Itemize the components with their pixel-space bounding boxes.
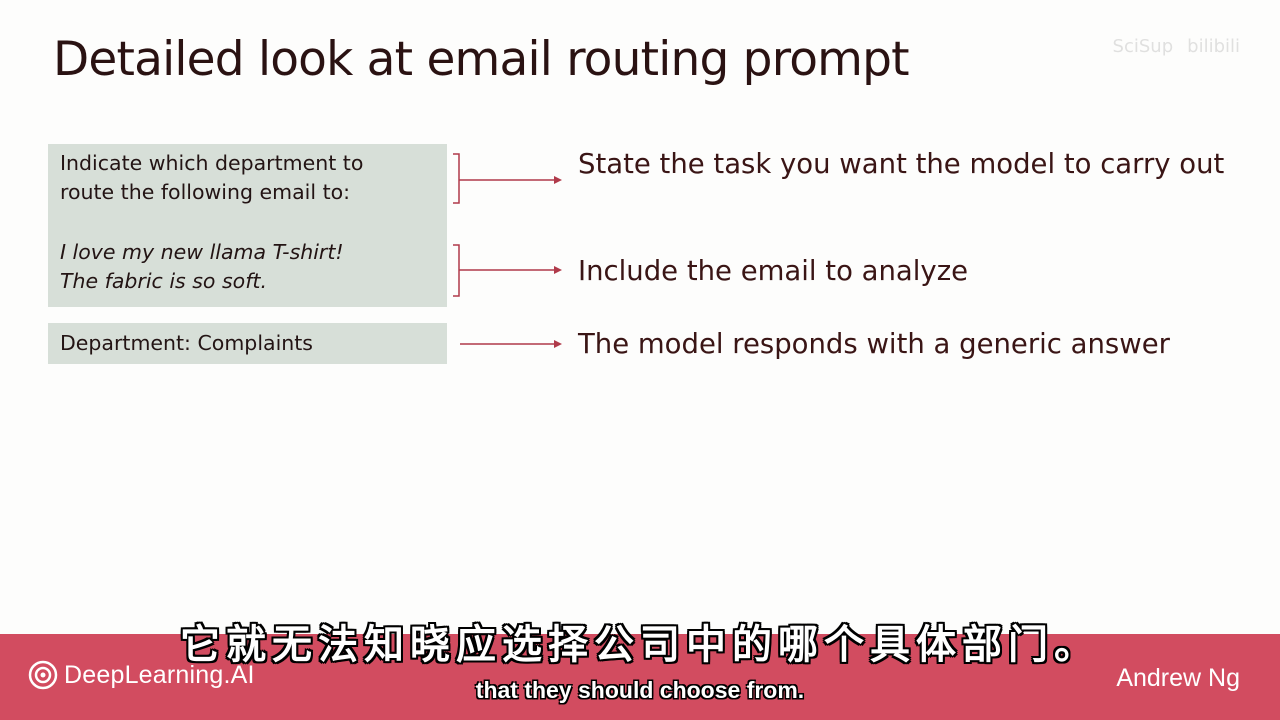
- response-box: Department: Complaints: [48, 323, 447, 364]
- annotation-response: The model responds with a generic answer: [578, 328, 1170, 360]
- subtitle-chinese: 它就无法知晓应选择公司中的哪个具体部门。: [180, 622, 1100, 668]
- model-response: Department: Complaints: [60, 331, 313, 355]
- email-bracket-arrow: [453, 244, 562, 297]
- prompt-email: I love my new llama T-shirt! The fabric …: [60, 240, 344, 293]
- slide-title: Detailed look at email routing prompt: [53, 32, 910, 87]
- response-arrow: [460, 340, 562, 348]
- watermark-text-2: bilibili: [1187, 36, 1240, 57]
- annotation-email: Include the email to analyze: [578, 255, 969, 287]
- prompt-instruction: Indicate which department to route the f…: [60, 151, 364, 204]
- instruction-bracket-arrow: [453, 153, 562, 204]
- prompt-box: Indicate which department to route the f…: [48, 144, 447, 307]
- video-watermark: SciSup bilibili: [1113, 36, 1240, 57]
- subtitle-english: that they should choose from.: [475, 677, 805, 703]
- annotation-task: State the task you want the model to car…: [578, 148, 1225, 180]
- watermark-text-1: SciSup: [1112, 36, 1174, 57]
